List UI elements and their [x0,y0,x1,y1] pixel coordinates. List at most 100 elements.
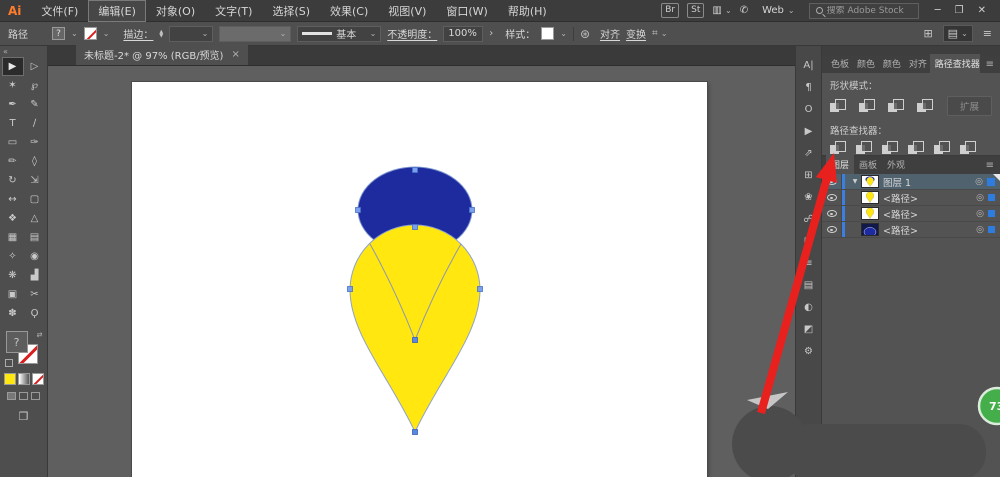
column-graph-tool[interactable]: ▟ [24,266,46,285]
panel-dock-toggle[interactable]: ▤ ⌄ [943,25,973,42]
menu-item[interactable]: 帮助(H) [498,0,557,22]
panel-menu-icon[interactable]: ≡ [980,160,1000,174]
curvature-tool[interactable]: ✎ [24,95,46,114]
tab-appearance[interactable]: 外观 [882,155,910,174]
bridge-button[interactable]: Br [661,3,679,18]
image-trace-panel-icon[interactable]: ☍ [798,212,820,227]
visibility-toggle[interactable] [822,190,842,205]
transform-panel-icon[interactable]: ⊞ [798,168,820,183]
fill-swatch[interactable]: ? [52,27,65,40]
shaper-tool[interactable]: ✏ [2,152,24,171]
target-icon[interactable]: ◎ [974,193,986,203]
target-icon[interactable]: ◎ [973,177,985,187]
line-segment-tool[interactable]: ∕ [24,114,46,133]
tab-layers[interactable]: 图层 [826,155,854,174]
transform-link[interactable]: 变换 [626,26,646,41]
layer-row[interactable]: <路径> ◎ [822,190,1000,206]
rotate-tool[interactable]: ↻ [2,171,24,190]
paintbrush-tool[interactable]: ✑ [24,133,46,152]
menu-item[interactable]: 对象(O) [146,0,205,22]
selection-indicator[interactable] [988,226,995,233]
path-name[interactable]: <路径> [883,207,974,221]
opacity-more-icon[interactable]: › [489,28,493,39]
crop-button[interactable] [908,141,925,155]
layer-row[interactable]: <路径> ◎ [822,206,1000,222]
close-button[interactable]: ✕ [978,5,986,16]
search-input[interactable] [827,6,917,16]
divide-button[interactable] [830,141,847,155]
magic-wand-tool[interactable]: ✶ [2,76,24,95]
stroke-weight-stepper[interactable]: ▲▼ [159,30,163,38]
expand-layer-icon[interactable]: ▼ [849,178,861,185]
style-swatch[interactable] [541,27,554,40]
menu-item[interactable]: 效果(C) [320,0,378,22]
path-name[interactable]: <路径> [883,191,974,205]
perspective-grid-tool[interactable]: △ [24,209,46,228]
tab-pathfinder[interactable]: 路径查找器 [930,54,980,73]
stroke-swatch[interactable] [84,27,97,40]
layer-name[interactable]: 图层 1 [883,175,973,189]
default-fill-stroke-icon[interactable] [5,359,13,367]
minus-back-button[interactable] [960,141,977,155]
canvas-pasteboard[interactable] [48,66,795,477]
outline-button[interactable] [934,141,951,155]
expand-button[interactable]: 扩展 [947,96,992,116]
chevron-down-icon[interactable]: ⌄ [103,29,110,38]
minus-front-button[interactable] [859,99,876,113]
minimize-button[interactable]: ─ [935,5,941,16]
intersect-button[interactable] [888,99,905,113]
selection-indicator[interactable] [988,210,995,217]
gradient-tool[interactable]: ▤ [24,228,46,247]
eraser-tool[interactable]: ◊ [24,152,46,171]
path-name[interactable]: <路径> [883,223,974,237]
shape-builder-tool[interactable]: ❖ [2,209,24,228]
restore-button[interactable]: ❐ [955,5,964,16]
workspace-switcher[interactable]: Web⌄ [756,3,801,18]
width-tool[interactable]: ↔ [2,190,24,209]
stroke-panel-icon[interactable]: ≡ [798,256,820,271]
mesh-tool[interactable]: ▦ [2,228,24,247]
target-icon[interactable]: ◎ [974,209,986,219]
pen-tool[interactable]: ✒ [2,95,24,114]
brush-definition[interactable]: 基本⌄ [297,26,381,42]
document-setup-icon[interactable]: ⊛ [580,27,590,41]
merge-button[interactable] [882,141,899,155]
chevron-down-icon[interactable]: ⌄ [560,29,567,38]
unite-button[interactable] [830,99,847,113]
selection-tool[interactable]: ▶ [2,57,24,76]
symbols-panel-icon[interactable]: ❀ [798,190,820,205]
layer-row[interactable]: <路径> ◎ [822,222,1000,238]
menu-item[interactable]: 选择(S) [262,0,320,22]
visibility-toggle[interactable] [822,206,842,221]
align-link[interactable]: 对齐 [600,26,620,41]
tab-artboards[interactable]: 画板 [854,155,882,174]
hand-tool[interactable]: ✽ [2,304,24,323]
opacity-field[interactable]: 100% [443,26,483,42]
visibility-toggle[interactable] [822,174,842,189]
panel-menu-icon[interactable]: ≡ [980,59,1000,73]
exclude-button[interactable] [917,99,934,113]
chevron-down-icon[interactable]: ⌄ [71,29,78,38]
eyedropper-tool[interactable]: ✧ [2,247,24,266]
tab-color-guide[interactable]: 颜色 [878,54,904,73]
pathfinder-panel-icon[interactable]: ◱ [798,234,820,249]
yellow-teardrop-shape[interactable] [350,225,480,432]
fill-color-well[interactable]: ? [6,331,28,353]
menu-item[interactable]: 文字(T) [205,0,262,22]
direct-selection-tool[interactable]: ▷ [24,57,46,76]
options-menu-icon[interactable]: ≡ [983,27,992,40]
menu-item[interactable]: 编辑(E) [88,0,146,22]
arrange-documents-icon[interactable]: ▥ ⌄ [712,5,731,16]
scale-tool[interactable]: ⇲ [24,171,46,190]
screen-mode-button[interactable]: ❐ [19,410,29,423]
opacity-label[interactable]: 不透明度： [387,26,437,41]
swap-fill-stroke-icon[interactable]: ⇄ [37,331,43,339]
blend-tool[interactable]: ◉ [24,247,46,266]
artboard-tool[interactable]: ▣ [2,285,24,304]
selection-indicator[interactable] [988,194,995,201]
swatches-panel-icon[interactable]: ◩ [798,322,820,337]
stroke-weight-label[interactable]: 描边： [123,26,153,41]
document-tab[interactable]: 未标题-2* @ 97% (RGB/预览) × [76,44,248,65]
zoom-tool[interactable]: Ϙ [24,304,46,323]
workspace-grid-icon[interactable]: ⊞ [923,27,932,40]
